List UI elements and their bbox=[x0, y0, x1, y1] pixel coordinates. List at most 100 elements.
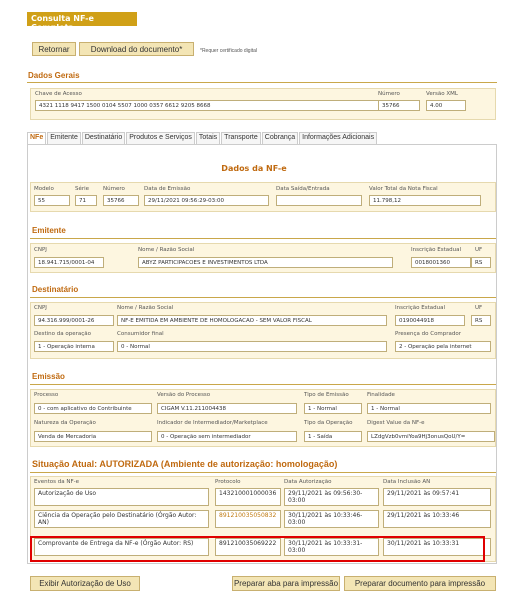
total-value: 11.798,12 bbox=[369, 195, 481, 206]
divider bbox=[30, 297, 496, 298]
dest-nome-label: Nome / Razão Social bbox=[117, 305, 174, 311]
versao-label: Versão XML bbox=[426, 91, 458, 97]
tipo-emissao-label: Tipo de Emissão bbox=[304, 392, 349, 398]
eventos-header: Eventos da NF-e bbox=[34, 479, 79, 485]
tab-produtos[interactable]: Produtos e Serviços bbox=[126, 132, 195, 144]
certificate-note: *Requer certificado digital bbox=[200, 48, 257, 54]
data-inclusao-cell: 29/11/2021 às 09:57:41 bbox=[383, 488, 491, 506]
data-autorizacao-cell: 30/11/2021 às 10:33:46-03:00 bbox=[284, 510, 379, 528]
modelo-value: 55 bbox=[34, 195, 70, 206]
versao-processo-value: CIGAM V.11.211004438 bbox=[157, 403, 297, 414]
preparar-aba-button[interactable]: Preparar aba para impressão bbox=[232, 576, 340, 591]
dados-gerais-box: Chave de Acesso 4321 1118 9417 1500 0104… bbox=[30, 88, 496, 120]
numero-value: 35766 bbox=[378, 100, 420, 111]
versao-value: 4.00 bbox=[426, 100, 466, 111]
emitente-cnpj-label: CNPJ bbox=[34, 247, 47, 253]
evento-cell: Autorização de Uso bbox=[34, 488, 209, 506]
divider bbox=[30, 384, 496, 385]
chave-value: 4321 1118 9417 1500 0104 5507 1000 0357 … bbox=[35, 100, 405, 111]
evento-cell: Ciência da Operação pelo Destinatário (Ó… bbox=[34, 510, 209, 528]
saida-label: Data Saída/Entrada bbox=[276, 186, 330, 192]
dest-cnpj-value: 94.316.999/0001-26 bbox=[34, 315, 114, 326]
emissao-title: Emissão bbox=[32, 372, 65, 381]
situacao-title: Situação Atual: AUTORIZADA (Ambiente de … bbox=[32, 459, 338, 469]
intermediador-value: 0 - Operação sem intermediador bbox=[157, 431, 297, 442]
destinatario-title: Destinatário bbox=[32, 285, 79, 294]
nfe-numero-value: 35766 bbox=[103, 195, 139, 206]
destino-value: 1 - Operação interna bbox=[34, 341, 114, 352]
finalidade-value: 1 - Normal bbox=[367, 403, 491, 414]
emitente-cnpj-value: 18.941.715/0001-04 bbox=[34, 257, 104, 268]
digest-label: Digest Value da NF-e bbox=[367, 420, 425, 426]
total-label: Valor Total da Nota Fiscal bbox=[369, 186, 438, 192]
dest-nome-value: NF-E EMITIDA EM AMBIENTE DE HOMOLOGACAO … bbox=[117, 315, 387, 326]
serie-value: 71 bbox=[75, 195, 97, 206]
emitente-uf-value: RS bbox=[471, 257, 491, 268]
tipo-emissao-value: 1 - Normal bbox=[304, 403, 362, 414]
retornar-button[interactable]: Retornar bbox=[32, 42, 76, 56]
natureza-value: Venda de Mercadoria bbox=[34, 431, 152, 442]
emitente-box: CNPJ 18.941.715/0001-04 Nome / Razão Soc… bbox=[30, 243, 496, 273]
nfe-numero-label: Número bbox=[103, 186, 125, 192]
chave-label: Chave de Acesso bbox=[35, 91, 82, 97]
highlight-box bbox=[30, 536, 485, 562]
dest-ie-value: 0190044918 bbox=[395, 315, 465, 326]
tipo-operacao-label: Tipo da Operação bbox=[304, 420, 353, 426]
tab-informacoes[interactable]: Informações Adicionais bbox=[299, 132, 378, 144]
destino-label: Destino da operação bbox=[34, 331, 92, 337]
emitente-nome-label: Nome / Razão Social bbox=[138, 247, 195, 253]
dados-gerais-title: Dados Gerais bbox=[28, 71, 80, 80]
emitente-ie-value: 0018001360 bbox=[411, 257, 471, 268]
processo-label: Processo bbox=[34, 392, 59, 398]
protocolo-cell: 143210001000036 bbox=[215, 488, 281, 506]
protocolo-link[interactable]: 891210035050832 bbox=[215, 510, 281, 528]
preparar-documento-button[interactable]: Preparar documento para impressão bbox=[344, 576, 496, 591]
download-button[interactable]: Download do documento* bbox=[79, 42, 194, 56]
protocolo-header: Protocolo bbox=[215, 479, 241, 485]
dados-nfe-title: Dados da NF-e bbox=[221, 164, 287, 173]
page-title: Consulta NF-e Completa bbox=[27, 12, 137, 32]
dest-uf-label: UF bbox=[475, 305, 483, 311]
processo-value: 0 - com aplicativo do Contribuinte bbox=[34, 403, 152, 414]
emitente-ie-label: Inscrição Estadual bbox=[411, 247, 462, 253]
dest-ie-label: Inscrição Estadual bbox=[395, 305, 446, 311]
dest-uf-value: RS bbox=[471, 315, 491, 326]
emitente-nome-value: ABYZ PARTICIPACOES E INVESTIMENTOS LTDA bbox=[138, 257, 393, 268]
exibir-autorizacao-button[interactable]: Exibir Autorização de Uso bbox=[30, 576, 140, 591]
data-inclusao-cell: 29/11/2021 às 10:33:46 bbox=[383, 510, 491, 528]
tab-bar: NFe Emitente Destinatário Produtos e Ser… bbox=[27, 132, 378, 144]
emissao-label: Data de Emissão bbox=[144, 186, 191, 192]
data-autorizacao-header: Data Autorização bbox=[284, 479, 332, 485]
divider bbox=[30, 238, 496, 239]
finalidade-label: Finalidade bbox=[367, 392, 395, 398]
emissao-value: 29/11/2021 09:56:29-03:00 bbox=[144, 195, 269, 206]
data-autorizacao-cell: 29/11/2021 às 09:56:30-03:00 bbox=[284, 488, 379, 506]
numero-label: Número bbox=[378, 91, 400, 97]
divider bbox=[27, 82, 497, 83]
tab-totais[interactable]: Totais bbox=[195, 132, 221, 144]
tab-destinatario[interactable]: Destinatário bbox=[81, 132, 126, 144]
saida-value bbox=[276, 195, 362, 206]
tab-nfe[interactable]: NFe bbox=[27, 132, 47, 144]
intermediador-label: Indicador de Intermediador/Marketplace bbox=[157, 420, 268, 426]
dest-cnpj-label: CNPJ bbox=[34, 305, 47, 311]
dados-nfe-box: Modelo 55 Série 71 Número 35766 Data de … bbox=[30, 182, 496, 212]
tipo-operacao-value: 1 - Saída bbox=[304, 431, 362, 442]
destinatario-box: CNPJ 94.316.999/0001-26 Nome / Razão Soc… bbox=[30, 302, 496, 359]
tab-cobranca[interactable]: Cobrança bbox=[261, 132, 299, 144]
tab-transporte[interactable]: Transporte bbox=[221, 132, 261, 144]
consumidor-label: Consumidor final bbox=[117, 331, 164, 337]
tab-emitente[interactable]: Emitente bbox=[47, 132, 81, 144]
serie-label: Série bbox=[75, 186, 90, 192]
consumidor-value: 0 - Normal bbox=[117, 341, 387, 352]
versao-processo-label: Versão do Processo bbox=[157, 392, 211, 398]
emitente-title: Emitente bbox=[32, 226, 66, 235]
divider bbox=[30, 472, 496, 473]
modelo-label: Modelo bbox=[34, 186, 54, 192]
presenca-label: Presença do Comprador bbox=[395, 331, 462, 337]
data-inclusao-header: Data Inclusão AN bbox=[383, 479, 431, 485]
digest-value: LZdgVzb0vmiYoa9Hj3onusQoU/Y= bbox=[367, 431, 495, 442]
emitente-uf-label: UF bbox=[475, 247, 483, 253]
natureza-label: Natureza da Operação bbox=[34, 420, 96, 426]
emissao-box: Processo 0 - com aplicativo do Contribui… bbox=[30, 389, 496, 447]
